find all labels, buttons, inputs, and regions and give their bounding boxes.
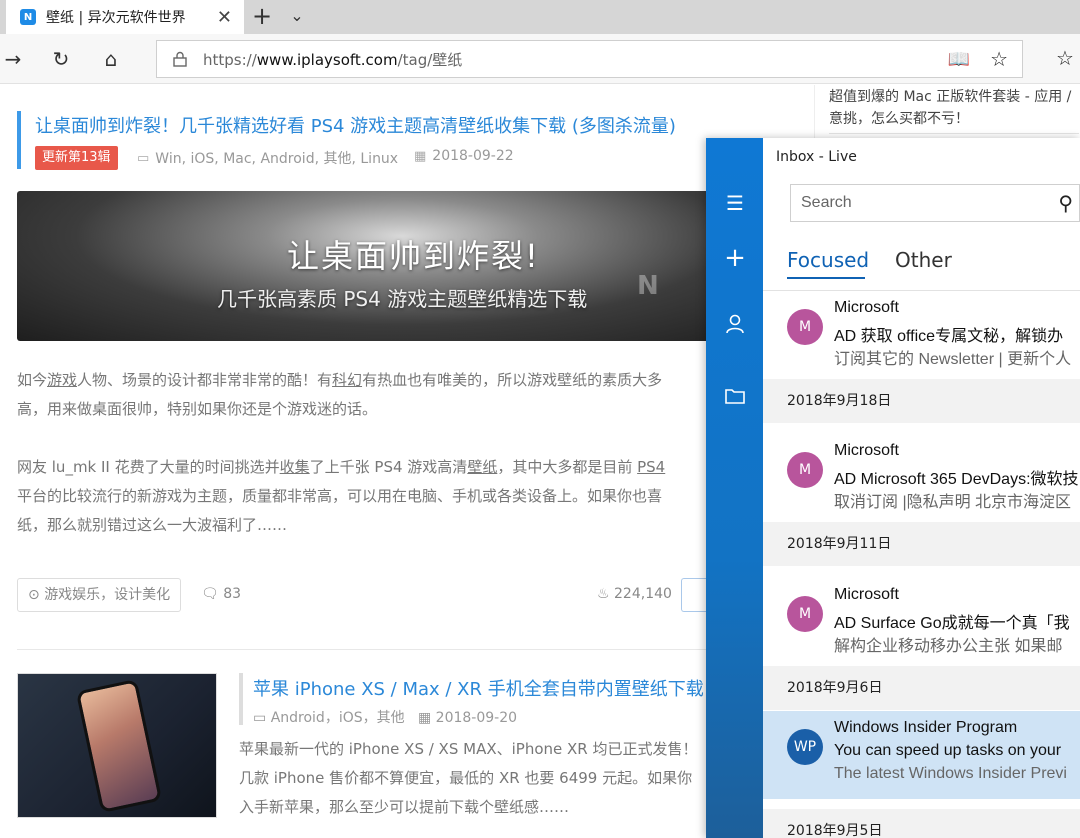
avatar: M: [787, 596, 823, 632]
tag-icon: ⊙: [28, 587, 40, 603]
new-tab-icon[interactable]: +: [250, 4, 274, 28]
mail-sender: Microsoft: [834, 299, 899, 316]
date-group-header: 2018年9月6日: [763, 666, 1080, 710]
platforms-meta: ▭ Win, iOS, Mac, Android, 其他, Linux: [137, 148, 398, 168]
avatar: WP: [787, 729, 823, 765]
date-group-header: 2018年9月5日: [763, 809, 1080, 838]
mail-app-window: ☰ + Inbox - Live ⚲ Focused Other M Micro…: [706, 138, 1080, 838]
comment-icon: 🗨: [201, 586, 219, 602]
mail-list-item-selected[interactable]: WP Windows Insider Program You can speed…: [763, 711, 1080, 799]
platforms-text: Win, iOS, Mac, Android, 其他, Linux: [155, 151, 399, 167]
active-tab-indicator: [787, 277, 865, 279]
category-tags[interactable]: ⊙ 游戏娱乐，设计美化: [17, 578, 182, 612]
article-excerpt: 网友 lu_mk II 花费了大量的时间挑选并收集了上千张 PS4 游戏高清壁纸…: [17, 458, 666, 534]
refresh-icon[interactable]: ↻: [48, 46, 74, 72]
new-mail-plus-icon[interactable]: +: [722, 245, 748, 271]
chevron-down-icon[interactable]: ⌄: [286, 4, 308, 28]
avatar: M: [787, 309, 823, 345]
divider: [829, 133, 1079, 134]
mail-subject: AD Microsoft 365 DevDays:微软技: [834, 471, 1079, 488]
device-icon: ▭: [137, 150, 150, 166]
lock-icon: [173, 51, 187, 67]
article-title-link[interactable]: 让桌面帅到炸裂！几千张精选好看 PS4 游戏主题高清壁纸收集下载 (多图杀流量): [35, 112, 676, 138]
url-text: https://www.iplaysoft.com/tag/壁纸: [203, 50, 463, 69]
tag-link[interactable]: 游戏: [47, 371, 77, 389]
browser-tab[interactable]: N 壁纸 | 异次元软件世界 ✕: [6, 0, 244, 34]
accounts-person-icon[interactable]: [722, 314, 748, 340]
article-banner-image[interactable]: 让桌面帅到炸裂! 几千张高素质 PS4 游戏主题壁纸精选下载 N: [17, 191, 717, 341]
mail-preview: 解构企业移动移办公主张 如果邮: [834, 638, 1063, 655]
mail-subject: You can speed up tasks on your: [834, 742, 1062, 759]
date-group-header: 2018年9月18日: [763, 379, 1080, 423]
tab-title: 壁纸 | 异次元软件世界: [46, 10, 186, 26]
calendar-icon: ▦: [414, 148, 427, 164]
mail-nav-rail: ☰ +: [706, 138, 763, 838]
device-icon: ▭: [253, 710, 267, 726]
mail-subject: AD Surface Go成就每一个真「我: [834, 615, 1070, 632]
forward-arrow-icon[interactable]: →: [0, 46, 26, 72]
folder-icon[interactable]: [722, 384, 748, 410]
mail-list-item[interactable]: M Microsoft AD Surface Go成就每一个真「我 解构企业移动…: [763, 578, 1080, 666]
mail-list-item[interactable]: M Microsoft AD 获取 office专属文秘，解锁办 订阅其它的 N…: [763, 291, 1080, 379]
comment-count[interactable]: 🗨 83: [201, 586, 241, 602]
mail-preview: 订阅其它的 Newsletter | 更新个人: [834, 351, 1072, 368]
title-accent-bar: [17, 111, 21, 169]
mail-sender: Windows Insider Program: [834, 719, 1018, 736]
promo-line: 超值到爆的 Mac 正版软件套装 - 应用 /: [829, 89, 1072, 105]
flame-icon: ♨: [597, 586, 610, 602]
title-accent-bar: [239, 673, 243, 725]
sidebar-promo[interactable]: 超值到爆的 Mac 正版软件套装 - 应用 / 意挑，怎么买都不亏！: [814, 85, 1080, 145]
view-count: ♨ 224,140: [597, 586, 672, 602]
tag-link[interactable]: 科幻: [332, 371, 362, 389]
article-meta: ▭ Android，iOS，其他 ▦ 2018-09-20: [253, 710, 518, 726]
promo-line: 意挑，怎么买都不亏！: [829, 111, 969, 127]
mail-search-box[interactable]: ⚲: [790, 184, 1080, 222]
mail-preview: 取消订阅 |隐私声明 北京市海淀区: [834, 494, 1072, 511]
tag-link[interactable]: PS4: [637, 458, 665, 476]
avatar: M: [787, 452, 823, 488]
mail-list-item[interactable]: M Microsoft AD Microsoft 365 DevDays:微软技…: [763, 434, 1080, 522]
hamburger-menu-icon[interactable]: ☰: [722, 190, 748, 216]
favorites-list-icon[interactable]: ☆: [1056, 46, 1074, 70]
article-title-link[interactable]: 苹果 iPhone XS / Max / XR 手机全套自带内置壁纸下载: [253, 675, 704, 701]
mail-preview: The latest Windows Insider Previ: [834, 765, 1067, 782]
date-text: 2018-09-22: [432, 148, 514, 164]
date-meta: ▦ 2018-09-22: [414, 148, 514, 164]
article-excerpt: 如今游戏人物、场景的设计都非常非常的酷！有科幻有热血也有唯美的，所以游戏壁纸的素…: [17, 371, 663, 418]
banner-subheadline: 几千张高素质 PS4 游戏主题壁纸精选下载: [217, 287, 588, 311]
address-toolbar: → ↻ ⌂ https://www.iplaysoft.com/tag/壁纸 📖…: [0, 34, 1080, 84]
update-badge: 更新第13辑: [35, 146, 118, 170]
tab-focused[interactable]: Focused: [787, 248, 869, 272]
article-excerpt: 苹果最新一代的 iPhone XS / XS MAX、iPhone XR 均已正…: [239, 740, 698, 816]
iphone-picture: [75, 678, 163, 814]
tab-bar: N 壁纸 | 异次元软件世界 ✕ + ⌄: [0, 0, 1080, 34]
mail-sender: Microsoft: [834, 586, 899, 603]
mail-window-title: Inbox - Live: [776, 149, 857, 165]
divider: [17, 649, 807, 650]
mail-sender: Microsoft: [834, 442, 899, 459]
mail-subject: AD 获取 office专属文秘，解锁办: [834, 328, 1064, 345]
favorite-star-icon[interactable]: ☆: [990, 47, 1008, 71]
tag-link[interactable]: 壁纸: [467, 458, 497, 476]
calendar-icon: ▦: [417, 710, 432, 726]
search-input[interactable]: [791, 194, 1031, 212]
date-group-header: 2018年9月11日: [763, 522, 1080, 566]
reading-view-icon[interactable]: 📖: [948, 49, 970, 70]
banner-headline: 让桌面帅到炸裂!: [287, 237, 540, 275]
close-tab-icon[interactable]: ✕: [217, 7, 232, 28]
search-icon[interactable]: ⚲: [1058, 191, 1073, 215]
article-thumbnail-image[interactable]: [17, 673, 217, 818]
tab-other[interactable]: Other: [895, 248, 952, 272]
home-icon[interactable]: ⌂: [98, 46, 124, 72]
site-favicon-icon: N: [20, 9, 36, 25]
address-bar[interactable]: https://www.iplaysoft.com/tag/壁纸 📖 ☆: [156, 40, 1023, 78]
tag-link[interactable]: 收集: [280, 458, 310, 476]
site-watermark-icon: N: [637, 271, 659, 301]
